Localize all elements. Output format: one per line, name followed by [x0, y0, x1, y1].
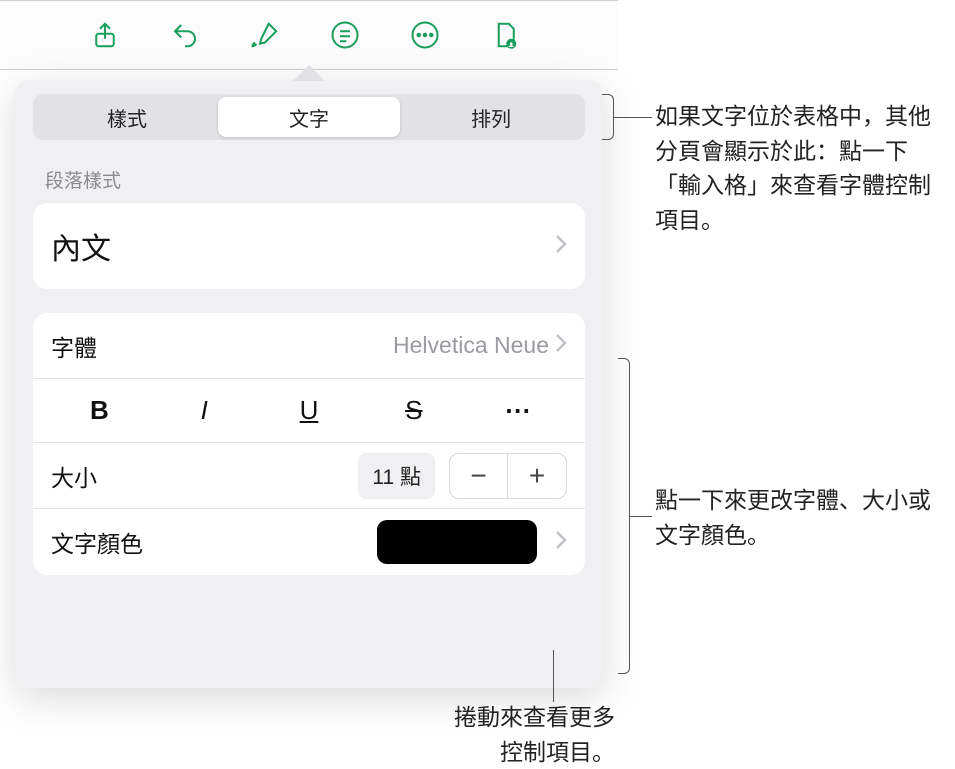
callout-line [614, 117, 652, 118]
bold-button[interactable]: B [47, 385, 152, 437]
color-swatch[interactable] [377, 520, 537, 564]
tab-arrange[interactable]: 排列 [400, 97, 582, 137]
underline-button[interactable]: U [257, 385, 362, 437]
size-stepper: − + [449, 453, 567, 499]
font-row[interactable]: 字體 Helvetica Neue [33, 313, 585, 379]
size-value[interactable]: 11 點 [358, 453, 435, 499]
font-card: 字體 Helvetica Neue B I U S ⋯ 大小 11 點 − + … [33, 313, 585, 575]
paragraph-style-value: 內文 [51, 224, 111, 268]
callout-bracket [602, 94, 614, 140]
format-brush-icon[interactable] [250, 20, 280, 50]
toolbar [0, 0, 618, 70]
segmented-tabs: 樣式 文字 排列 [33, 94, 585, 140]
size-row: 大小 11 點 − + [33, 443, 585, 509]
undo-icon[interactable] [170, 20, 200, 50]
color-label: 文字顏色 [51, 525, 143, 559]
paragraph-style-header: 段落樣式 [45, 166, 585, 193]
chevron-right-icon [555, 234, 567, 259]
chevron-right-icon [555, 530, 567, 555]
tab-text[interactable]: 文字 [218, 97, 400, 137]
callout-line [553, 650, 554, 702]
callout-bracket [618, 358, 630, 674]
text-style-row: B I U S ⋯ [33, 379, 585, 443]
list-icon[interactable] [330, 20, 360, 50]
paragraph-style-row[interactable]: 內文 [33, 203, 585, 289]
popover-arrow [293, 65, 325, 81]
format-popover: 樣式 文字 排列 段落樣式 內文 字體 Helvetica Neue B I U… [15, 80, 603, 688]
tab-style[interactable]: 樣式 [36, 97, 218, 137]
share-icon[interactable] [90, 20, 120, 50]
size-label: 大小 [51, 459, 97, 493]
strike-button[interactable]: S [361, 385, 466, 437]
paragraph-style-card: 內文 [33, 203, 585, 289]
more-styles-button[interactable]: ⋯ [466, 385, 571, 437]
chevron-right-icon [555, 333, 567, 358]
callout-line [630, 516, 652, 517]
size-minus-button[interactable]: − [450, 454, 508, 498]
italic-button[interactable]: I [152, 385, 257, 437]
document-icon[interactable] [490, 20, 520, 50]
more-icon[interactable] [410, 20, 440, 50]
font-label: 字體 [51, 329, 97, 363]
callout-font: 點一下來更改字體、大小或文字顏色。 [655, 483, 943, 552]
font-value: Helvetica Neue [393, 332, 549, 359]
color-row[interactable]: 文字顏色 [33, 509, 585, 575]
size-plus-button[interactable]: + [508, 454, 566, 498]
callout-scroll: 捲動來查看更多 控制項目。 [405, 700, 615, 769]
callout-tabs: 如果文字位於表格中，其他分頁會顯示於此：點一下「輸入格」來查看字體控制項目。 [655, 99, 943, 237]
